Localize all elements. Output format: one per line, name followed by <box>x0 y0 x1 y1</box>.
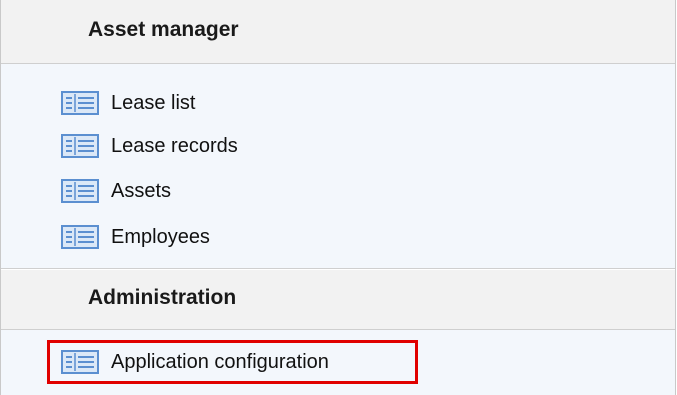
highlight-box <box>47 340 418 384</box>
list-view-icon <box>61 179 99 203</box>
nav-item-lease-records[interactable]: Lease records <box>61 131 238 161</box>
nav-item-assets[interactable]: Assets <box>61 176 171 206</box>
navigation-panel: Asset manager Lease list Lease records A… <box>0 0 676 395</box>
section-header-administration: Administration <box>1 270 675 330</box>
list-view-icon <box>61 134 99 158</box>
list-view-icon <box>61 225 99 249</box>
nav-item-label: Lease records <box>111 134 238 157</box>
nav-item-lease-list[interactable]: Lease list <box>61 88 196 118</box>
nav-item-label: Assets <box>111 179 172 202</box>
section-header-asset-manager: Asset manager <box>1 0 675 64</box>
section-title: Administration <box>88 286 237 309</box>
nav-item-label: Lease list <box>111 91 196 114</box>
list-view-icon <box>61 91 99 115</box>
nav-item-employees[interactable]: Employees <box>61 222 210 252</box>
nav-item-label: Employees <box>111 225 210 248</box>
section-title: Asset manager <box>88 18 239 41</box>
